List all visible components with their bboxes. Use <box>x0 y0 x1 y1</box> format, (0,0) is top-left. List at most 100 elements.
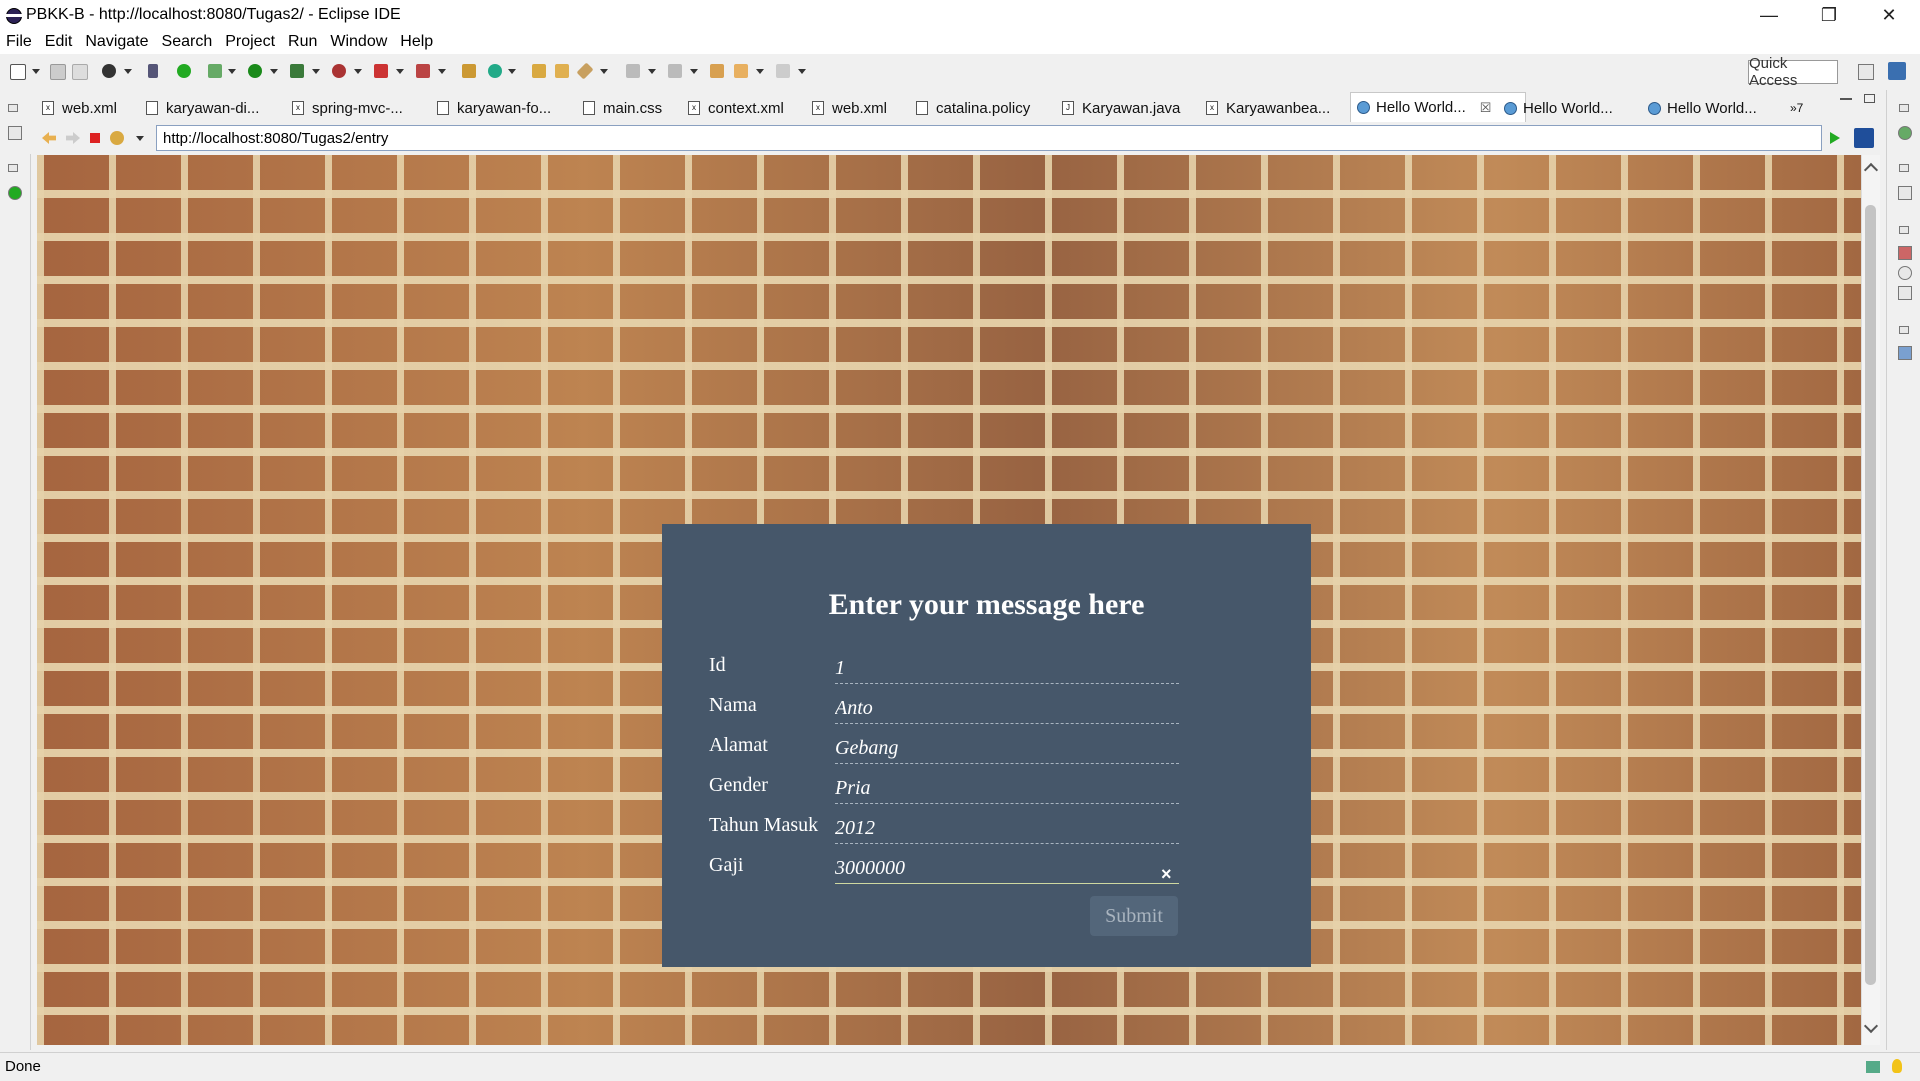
debug-icon[interactable] <box>208 64 222 78</box>
coverage-dropdown-icon[interactable] <box>312 69 320 74</box>
skip-breakpoints-icon[interactable] <box>148 64 158 78</box>
java-ee-perspective-icon[interactable] <box>1888 62 1906 80</box>
restore-view-icon[interactable] <box>8 164 18 172</box>
open-external-browser-icon[interactable] <box>1854 128 1874 148</box>
run-icon[interactable] <box>248 64 262 78</box>
open-perspective-icon[interactable] <box>1858 64 1874 80</box>
menu-window[interactable]: Window <box>330 33 387 51</box>
menu-search[interactable]: Search <box>162 33 213 51</box>
gaji-input[interactable] <box>835 854 1179 884</box>
quick-access-field[interactable]: Quick Access <box>1748 55 1838 89</box>
clear-input-icon[interactable]: × <box>1161 864 1177 884</box>
external-tools-dropdown-icon[interactable] <box>354 69 362 74</box>
tab-overflow-button[interactable]: »7 <box>1790 96 1803 120</box>
scroll-up-icon[interactable] <box>1863 162 1879 178</box>
tahun-masuk-input[interactable] <box>835 814 1179 844</box>
open-type-icon[interactable] <box>532 64 546 78</box>
tab-web-xml[interactable]: x web.xml <box>42 96 117 120</box>
scroll-down-icon[interactable] <box>1863 1018 1879 1034</box>
deploy-dropdown-icon[interactable] <box>438 69 446 74</box>
stop-icon[interactable] <box>90 133 100 143</box>
open-resource-icon[interactable] <box>555 64 569 78</box>
forward-dropdown-icon[interactable] <box>798 69 806 74</box>
new-package-icon[interactable] <box>462 64 476 78</box>
tab-hello-world-active[interactable]: Hello World... ☒ <box>1350 92 1526 122</box>
back-dropdown-icon[interactable] <box>756 69 764 74</box>
history-dropdown-icon[interactable] <box>136 136 144 141</box>
tab-main-css[interactable]: main.css <box>583 96 662 120</box>
debug-dropdown-icon[interactable] <box>228 69 236 74</box>
profile-icon[interactable] <box>102 64 116 78</box>
alamat-input[interactable] <box>835 734 1179 764</box>
restore-view-icon[interactable] <box>8 104 18 112</box>
tab-catalina-policy[interactable]: catalina.policy <box>916 96 1030 120</box>
coverage-icon[interactable] <box>290 64 304 78</box>
tab-karyawan-java[interactable]: J Karyawan.java <box>1062 96 1180 120</box>
package-explorer-icon[interactable] <box>8 126 22 140</box>
vertical-scrollbar[interactable] <box>1861 155 1880 1045</box>
console-icon[interactable] <box>1898 346 1912 360</box>
declaration-icon[interactable] <box>1898 286 1912 300</box>
refresh-icon[interactable] <box>110 131 124 145</box>
save-icon[interactable] <box>50 64 66 80</box>
servers-icon[interactable] <box>8 186 22 200</box>
new-class-icon[interactable] <box>488 64 502 78</box>
minimize-button[interactable]: — <box>1746 0 1792 30</box>
close-button[interactable]: ✕ <box>1866 0 1912 30</box>
restore-view-icon[interactable] <box>1899 326 1909 334</box>
minimize-editor-icon[interactable] <box>1840 98 1852 100</box>
task-list-icon[interactable] <box>1898 186 1912 200</box>
prev-annotation-dropdown-icon[interactable] <box>690 69 698 74</box>
javadoc-icon[interactable] <box>1898 266 1912 280</box>
external-tools-icon[interactable] <box>332 64 346 78</box>
tab-karyawan-fo[interactable]: karyawan-fo... <box>437 96 551 120</box>
server-start-icon[interactable] <box>177 64 191 78</box>
forward-icon[interactable] <box>776 64 790 78</box>
new-icon[interactable] <box>10 64 26 80</box>
profile-dropdown-icon[interactable] <box>124 69 132 74</box>
menu-file[interactable]: File <box>6 33 32 51</box>
gender-input[interactable] <box>835 774 1179 804</box>
search-tool-dropdown-icon[interactable] <box>600 69 608 74</box>
terminate-dropdown-icon[interactable] <box>396 69 404 74</box>
restore-view-icon[interactable] <box>1899 104 1909 112</box>
tab-karyawan-di[interactable]: karyawan-di... <box>146 96 259 120</box>
search-tool-icon[interactable] <box>576 62 594 80</box>
problems-icon[interactable] <box>1898 246 1912 260</box>
nama-input[interactable] <box>835 694 1179 724</box>
new-dropdown-icon[interactable] <box>32 69 40 74</box>
next-annotation-dropdown-icon[interactable] <box>648 69 656 74</box>
menu-navigate[interactable]: Navigate <box>85 33 148 51</box>
url-input[interactable]: http://localhost:8080/Tugas2/entry <box>156 125 1822 151</box>
back-icon[interactable] <box>42 132 56 144</box>
id-input[interactable] <box>835 654 1179 684</box>
menu-help[interactable]: Help <box>400 33 433 51</box>
scrollbar-thumb[interactable] <box>1865 205 1876 985</box>
maximize-editor-icon[interactable] <box>1864 94 1875 103</box>
menu-edit[interactable]: Edit <box>45 33 73 51</box>
terminate-icon[interactable] <box>374 64 388 78</box>
tab-web-xml-2[interactable]: x web.xml <box>812 96 887 120</box>
menu-project[interactable]: Project <box>225 33 275 51</box>
restore-button[interactable]: ❐ <box>1806 0 1852 30</box>
lightbulb-icon[interactable] <box>1892 1059 1902 1073</box>
close-tab-icon[interactable]: ☒ <box>1480 100 1492 116</box>
menu-run[interactable]: Run <box>288 33 317 51</box>
new-class-dropdown-icon[interactable] <box>508 69 516 74</box>
tab-hello-world-3[interactable]: Hello World... <box>1648 96 1757 120</box>
save-all-icon[interactable] <box>72 64 88 80</box>
submit-button[interactable]: Submit <box>1090 896 1178 936</box>
tab-hello-world-2[interactable]: Hello World... <box>1504 96 1613 120</box>
prev-annotation-icon[interactable] <box>668 64 682 78</box>
tab-context-xml[interactable]: x context.xml <box>688 96 784 120</box>
last-edit-icon[interactable] <box>710 64 724 78</box>
go-icon[interactable] <box>1830 132 1840 144</box>
network-icon[interactable] <box>1866 1061 1880 1073</box>
tab-spring-mvc[interactable]: x spring-mvc-... <box>292 96 403 120</box>
outline-icon[interactable] <box>1898 126 1912 140</box>
back-icon[interactable] <box>734 64 748 78</box>
tab-karyawanbea[interactable]: x Karyawanbea... <box>1206 96 1330 120</box>
restore-view-icon[interactable] <box>1899 164 1909 172</box>
deploy-icon[interactable] <box>416 64 430 78</box>
run-dropdown-icon[interactable] <box>270 69 278 74</box>
